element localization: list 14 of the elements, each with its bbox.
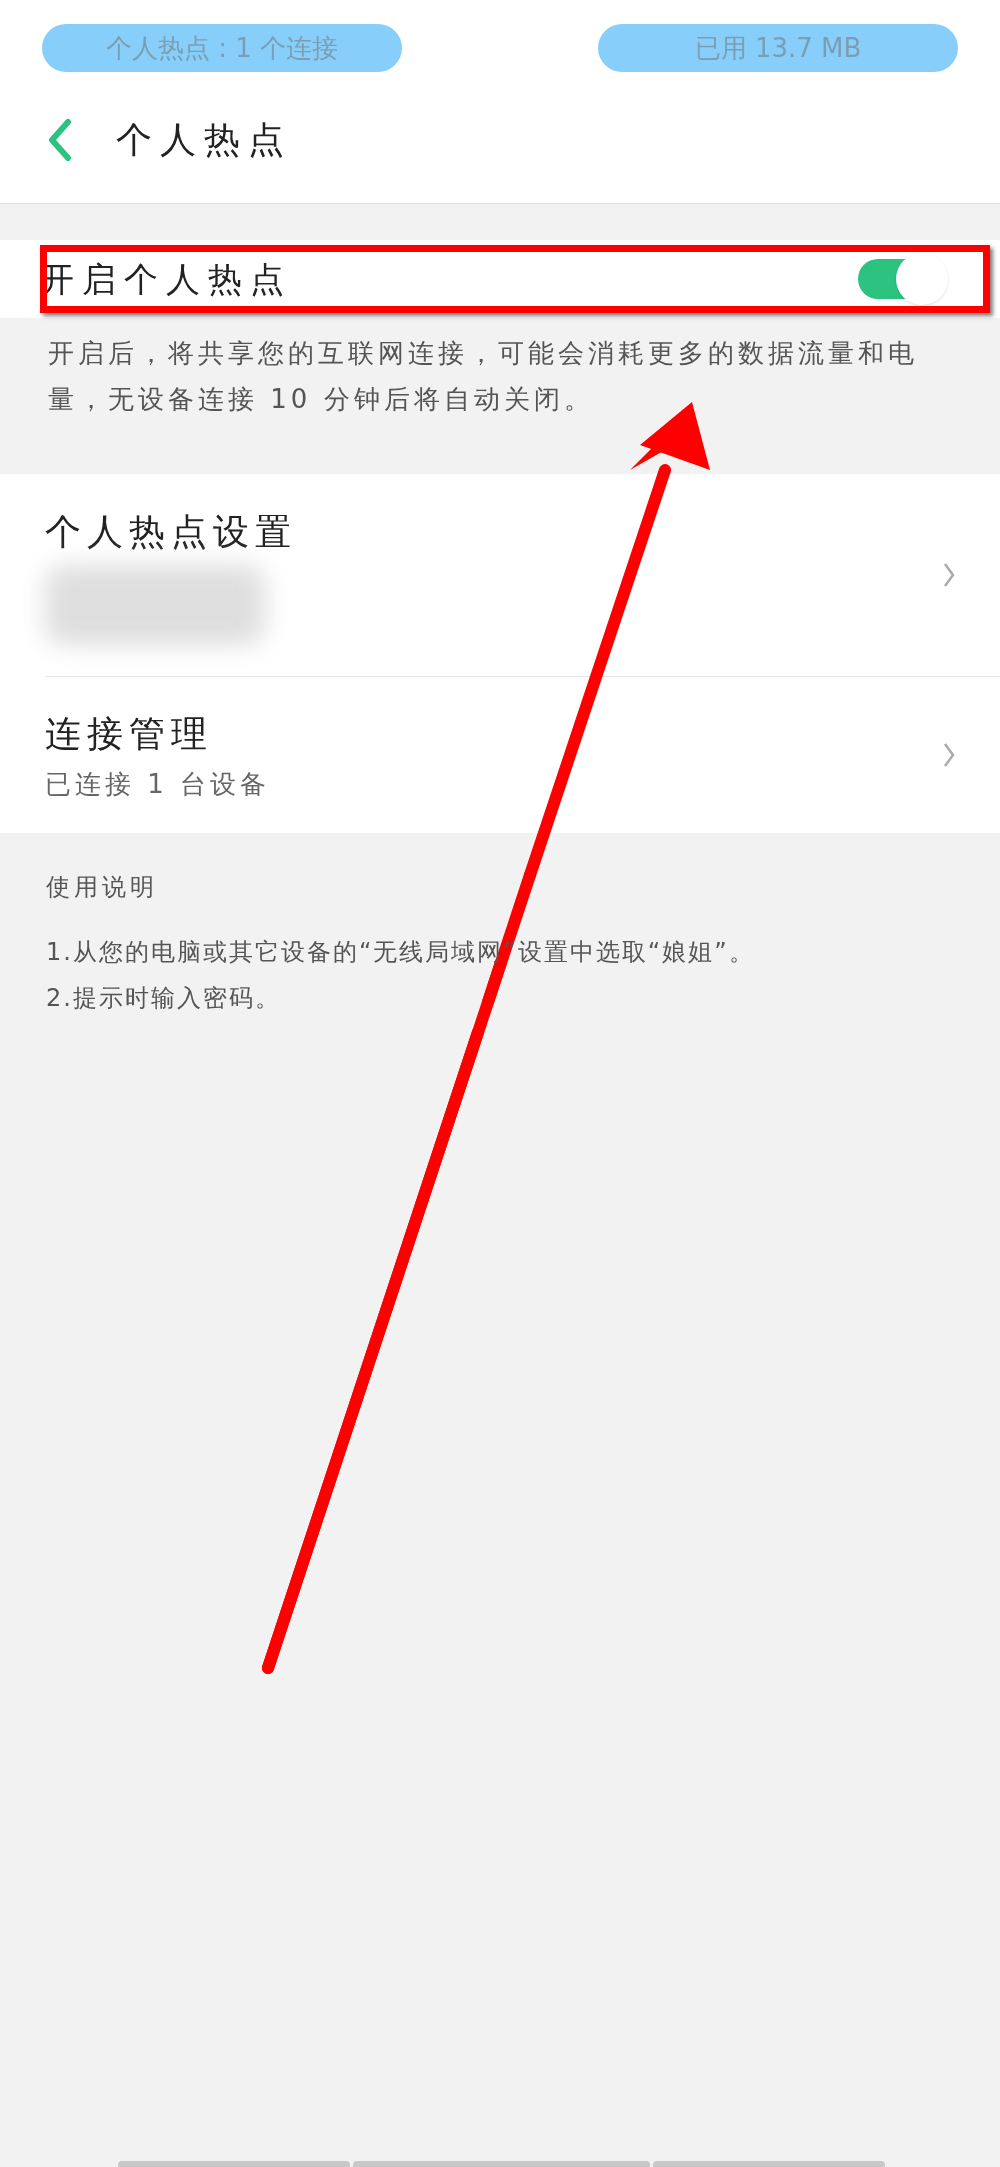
row-title: 个人热点设置: [45, 510, 297, 554]
settings-row[interactable]: 连接管理 已连接 1 台设备: [45, 677, 1000, 833]
chevron-right-icon: [943, 742, 955, 768]
chevron-right-icon: [943, 562, 955, 588]
toggle-switch[interactable]: [856, 251, 950, 307]
row-subtitle: 已连接 1 台设备: [45, 767, 271, 801]
instruction-line: 2.提示时输入密码。: [46, 983, 282, 1014]
description-text: 开启后，将共享您的互联网连接，可能会消耗更多的数据流量和电量，无设备连接 10 分钟后将自动关闭。: [47, 337, 919, 416]
status-pill: 已用 13.7 MB: [598, 24, 958, 72]
settings-row[interactable]: 个人热点设置: [0, 474, 1000, 676]
row-title: 连接管理: [45, 711, 214, 756]
page-title: 个人热点: [116, 117, 292, 162]
instructions-heading: 使用说明: [46, 872, 159, 903]
status-pill: 个人热点 : 1 个连接: [42, 24, 402, 72]
